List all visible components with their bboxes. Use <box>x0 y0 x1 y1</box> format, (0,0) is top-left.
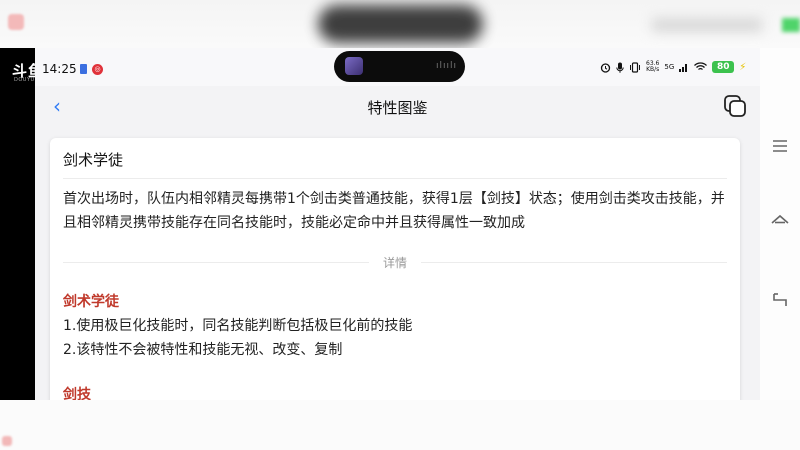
signal-bars-icon <box>679 64 688 72</box>
section-line: 2.该特性不会被特性和技能无视、改变、复制 <box>63 342 343 358</box>
notification-icon <box>80 64 87 74</box>
menu-icon[interactable] <box>770 136 790 156</box>
blurred-app-icon <box>8 14 24 30</box>
status-right: 63.6 KB/s 5G 80 ⚡ <box>600 61 746 73</box>
stream-left-band <box>0 48 35 400</box>
dynamic-island[interactable]: ılıılı <box>334 51 465 82</box>
alarm-icon <box>600 62 611 73</box>
top-blur-region <box>0 0 800 48</box>
back-icon[interactable] <box>770 290 790 310</box>
screen: 斗鱼 DOUYU 14:25 ◎ ılıılı 63.6 KB/s 5G 80 ⚡ <box>0 0 800 450</box>
net-speed-unit: KB/s <box>646 66 660 73</box>
app-notification-icon: ◎ <box>92 64 103 75</box>
details-label: 详情 <box>368 256 421 270</box>
card-divider <box>63 178 727 179</box>
section-title: 剑术学徒 <box>63 294 119 310</box>
phone-screen: 14:25 ◎ ılıılı 63.6KB/s 5G 80 ⚡ ‹ 特性图鉴 <box>35 48 760 400</box>
trait-name: 剑术学徒 <box>63 151 124 169</box>
bottom-blur-region <box>0 400 800 450</box>
trait-description: 首次出场时，队伍内相邻精灵每携带1个剑击类普通技能，获得1层【剑技】状态；使用剑… <box>63 191 725 231</box>
net-speed: 63.6 KB/s <box>646 61 659 73</box>
details-label-wrap: 详情 <box>50 254 740 271</box>
battery-indicator: 80 <box>712 61 735 73</box>
signal-type: 5G <box>664 63 675 71</box>
trait-card: 剑术学徒 首次出场时，队伍内相邻精灵每携带1个剑击类普通技能，获得1层【剑技】状… <box>50 138 740 400</box>
status-time: 14:25 <box>42 62 77 76</box>
page-header: ‹ 特性图鉴 <box>35 86 760 130</box>
section-title: 剑技 <box>63 387 91 400</box>
mic-icon <box>616 62 624 73</box>
douyu-logo-sub: DOUYU <box>14 77 35 83</box>
wifi-icon <box>694 62 708 71</box>
charging-icon: ⚡ <box>739 61 747 73</box>
status-bar: 14:25 ◎ ılıılı 63.6 KB/s 5G 80 ⚡ <box>35 48 760 86</box>
page-title: 特性图鉴 <box>367 99 428 117</box>
home-icon[interactable] <box>770 212 790 232</box>
media-thumbnail <box>345 57 363 75</box>
copy-icon[interactable] <box>723 94 747 118</box>
vibrate-icon <box>630 61 640 73</box>
section-line: 1.使用极巨化技能时，同名技能判断包括极巨化前的技能 <box>63 318 413 334</box>
audio-wave-icon: ılıılı <box>436 61 458 71</box>
blurred-battery <box>782 18 800 32</box>
blurred-app-icon <box>2 436 12 446</box>
blurred-island <box>318 5 483 43</box>
blurred-status <box>652 18 762 32</box>
system-nav-bar <box>760 48 800 400</box>
